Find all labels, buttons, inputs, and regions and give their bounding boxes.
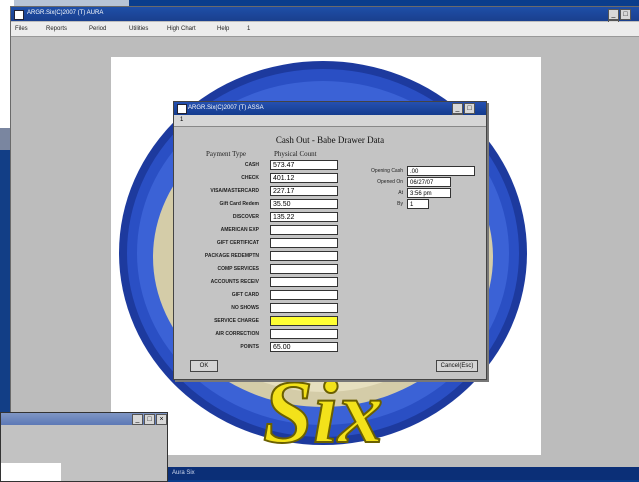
menu-high-chart[interactable]: High Chart <box>167 26 196 32</box>
row-label-cash: CASH <box>244 162 259 168</box>
gift-card-field[interactable] <box>270 290 338 300</box>
row-label-gift-certificat: GIFT CERTIFICAT <box>216 240 259 246</box>
taskbar-item[interactable]: Aura Six <box>172 470 195 476</box>
row-label-package-redemptn: PACKAGE REDEMPTN <box>204 253 259 259</box>
row-label-gift-card: GIFT CARD <box>231 292 259 298</box>
gift-certificat-field[interactable] <box>270 238 338 248</box>
background-window-content <box>1 463 61 481</box>
opening-cash-field[interactable]: .00 <box>407 166 475 176</box>
accounts-receiv-field[interactable] <box>270 277 338 287</box>
menu-files[interactable]: Files <box>15 26 28 32</box>
cash-field[interactable]: 573.47 <box>270 160 338 170</box>
menu-extra[interactable]: 1 <box>247 26 250 32</box>
row-label-points: POINTS <box>240 344 259 350</box>
row-label-comp-services: COMP SERVICES <box>217 266 260 272</box>
service-charge-field[interactable] <box>270 316 338 326</box>
points-field[interactable]: 65.00 <box>270 342 338 352</box>
bg-close-button[interactable]: × <box>156 414 167 425</box>
bg-maximize-button[interactable]: □ <box>144 414 155 425</box>
row-label-service-charge: SERVICE CHARGE <box>214 318 259 324</box>
dialog-menu-bar: 1 <box>174 115 486 127</box>
row-label-check: CHECK <box>241 175 259 181</box>
dialog-title-bar[interactable]: ARGR.Six(C)2007 (T) ASSA _□× <box>174 102 486 125</box>
cash-out-dialog: ARGR.Six(C)2007 (T) ASSA _□× 1 Cash Out … <box>173 101 487 380</box>
dialog-menu-item[interactable]: 1 <box>180 117 183 123</box>
row-label-visa-mastercard: VISA/MASTERCARD <box>210 188 259 194</box>
payment-type-header: Payment Type <box>206 150 247 158</box>
dialog-title: ARGR.Six(C)2007 (T) ASSA <box>188 105 264 111</box>
ok-button[interactable]: OK <box>190 360 218 372</box>
at-time-field[interactable]: 3:56 pm <box>407 188 451 198</box>
by-label: By <box>397 201 403 207</box>
row-label-american-exp: AMERICAN EXP <box>220 227 259 233</box>
menu-reports[interactable]: Reports <box>46 26 67 32</box>
menu-utilities[interactable]: Utilities <box>129 26 148 32</box>
package-redemptn-field[interactable] <box>270 251 338 261</box>
comp-services-field[interactable] <box>270 264 338 274</box>
app-icon <box>14 10 24 20</box>
opened-on-label: Opened On <box>377 179 403 185</box>
background-window-title-bar[interactable]: _ □ × <box>1 413 167 425</box>
menu-help[interactable]: Help <box>217 26 229 32</box>
main-window-title: ARGR.Six(C)2007 (T) AURA <box>27 10 104 16</box>
dialog-maximize-button[interactable]: □ <box>464 103 475 114</box>
main-menu-bar: Files Reports Period Utilities High Char… <box>11 22 639 37</box>
visa-mastercard-field[interactable]: 227.17 <box>270 186 338 196</box>
american-exp-field[interactable] <box>270 225 338 235</box>
at-label: At <box>398 190 403 196</box>
discover-field[interactable]: 135.22 <box>270 212 338 222</box>
physical-count-header: Physical Count <box>274 150 317 158</box>
dialog-minimize-button[interactable]: _ <box>452 103 463 114</box>
background-window-bottom: _ □ × <box>0 412 168 482</box>
row-label-discover: DISCOVER <box>232 214 259 220</box>
dialog-heading: Cash Out - Babe Drawer Data <box>275 135 385 145</box>
bg-minimize-button[interactable]: _ <box>132 414 143 425</box>
main-title-bar[interactable]: ARGR.Six(C)2007 (T) AURA _□× <box>11 7 639 31</box>
maximize-button[interactable]: □ <box>620 9 631 20</box>
menu-period[interactable]: Period <box>89 26 106 32</box>
minimize-button[interactable]: _ <box>608 9 619 20</box>
air-correction-field[interactable] <box>270 329 338 339</box>
check-field[interactable]: 401.12 <box>270 173 338 183</box>
row-label-gift-card-redem: Gift Card Redem <box>219 201 259 207</box>
gift-card-redem-field[interactable]: 35.50 <box>270 199 338 209</box>
cancel-button[interactable]: Cancel(Esc) <box>436 360 478 372</box>
row-label-accounts-receiv: ACCOUNTS RECEIV <box>210 279 259 285</box>
opening-cash-label: Opening Cash <box>371 168 403 174</box>
row-label-air-correction: AIR CORRECTION <box>215 331 259 337</box>
by-field[interactable]: 1 <box>407 199 429 209</box>
no-shows-field[interactable] <box>270 303 338 313</box>
opened-on-field[interactable]: 06/27/07 <box>407 177 451 187</box>
row-label-no-shows: NO SHOWS <box>231 305 259 311</box>
background-window-controls: _ □ × <box>131 414 167 425</box>
dialog-app-icon <box>177 104 187 114</box>
